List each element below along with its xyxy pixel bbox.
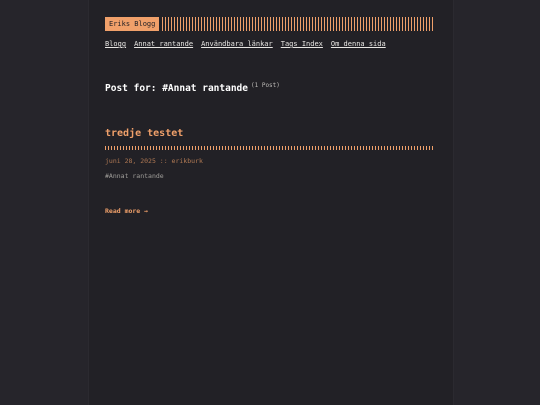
nav-item-anvandbara-lankar[interactable]: Användbara länkar: [201, 40, 273, 48]
site-logo[interactable]: Eriks Blogg: [105, 17, 160, 31]
post-author: erikburk: [171, 157, 203, 165]
post-date: juni 28, 2025: [105, 157, 156, 165]
meta-separator: ::: [159, 157, 168, 165]
post-title-link[interactable]: tredje testet: [105, 128, 183, 139]
content-column: [88, 0, 454, 405]
logo-stripes-decoration: [162, 17, 435, 31]
post-tag[interactable]: #Annat rantande: [105, 172, 164, 180]
post-divider: [105, 146, 435, 150]
nav-item-om-denna-sida[interactable]: Om denna sida: [331, 40, 386, 48]
read-more-link[interactable]: Read more →: [105, 207, 148, 215]
nav-item-tags-index[interactable]: Tags Index: [281, 40, 323, 48]
nav-item-blogg[interactable]: Blogg: [105, 40, 126, 48]
listing-title: Post for: #Annat rantande: [105, 83, 248, 95]
listing-heading: Post for: #Annat rantande (1 Post): [105, 82, 280, 94]
main-nav: Blogg Annat rantande Användbara länkar T…: [105, 40, 386, 48]
post-meta: juni 28, 2025 :: erikburk: [105, 157, 203, 165]
nav-item-annat-rantande[interactable]: Annat rantande: [134, 40, 193, 48]
site-header: Eriks Blogg: [105, 16, 435, 32]
post-count: (1 Post): [251, 82, 280, 89]
